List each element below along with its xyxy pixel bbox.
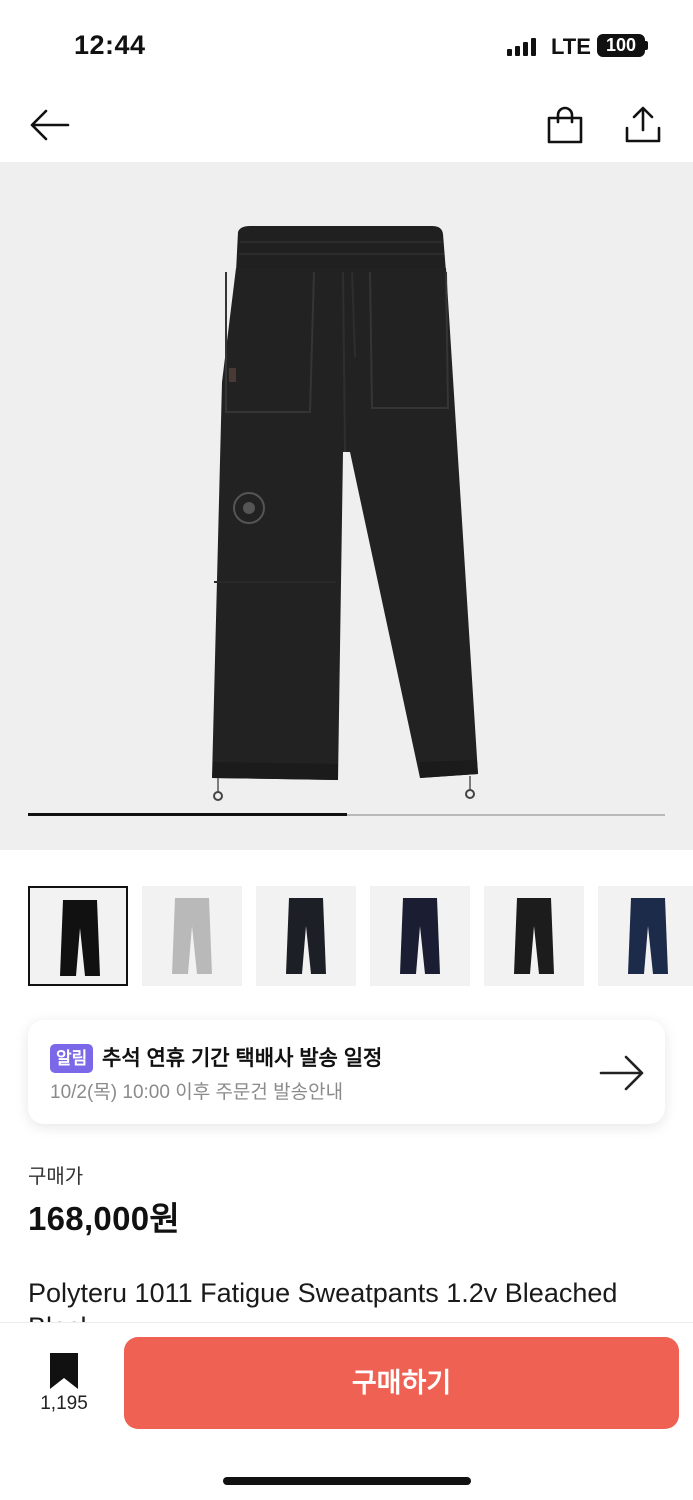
bottom-action-bar: 1,195 구매하기 bbox=[0, 1322, 693, 1500]
bookmark-button[interactable]: 1,195 bbox=[30, 1349, 98, 1419]
battery-icon: 100 bbox=[597, 34, 645, 57]
cart-button[interactable] bbox=[540, 100, 590, 150]
notice-badge: 알림 bbox=[50, 1044, 94, 1073]
thumbnail-image bbox=[172, 898, 212, 974]
notice-title: 추석 연휴 기간 택배사 발송 일정 bbox=[102, 1047, 383, 1070]
buy-button[interactable]: 구매하기 bbox=[124, 1337, 679, 1429]
thumbnail-strip bbox=[28, 886, 693, 986]
thumbnail-3[interactable] bbox=[256, 886, 356, 986]
home-indicator bbox=[223, 1477, 471, 1485]
thumbnail-image bbox=[60, 900, 100, 976]
shopping-bag-icon bbox=[547, 106, 583, 144]
status-time: 12:44 bbox=[74, 30, 146, 60]
price-value: 168,000원 bbox=[28, 1200, 181, 1237]
thumbnail-image bbox=[286, 898, 326, 974]
thumbnail-4[interactable] bbox=[370, 886, 470, 986]
thumbnail-image bbox=[628, 898, 668, 974]
arrow-left-icon bbox=[30, 109, 70, 141]
thumbnail-1[interactable] bbox=[28, 886, 128, 986]
bookmark-icon bbox=[50, 1353, 78, 1389]
battery-tip bbox=[645, 41, 648, 50]
gallery-progress-fill bbox=[28, 813, 347, 816]
share-button[interactable] bbox=[618, 100, 668, 150]
notice-banner[interactable]: 알림 추석 연휴 기간 택배사 발송 일정 10/2(목) 10:00 이후 주… bbox=[28, 1020, 665, 1124]
product-image bbox=[212, 226, 478, 801]
thumbnail-image bbox=[514, 898, 554, 974]
bookmark-count: 1,195 bbox=[40, 1393, 88, 1414]
top-nav bbox=[0, 90, 693, 160]
notice-subtitle: 10/2(목) 10:00 이후 주문건 발송안내 bbox=[50, 1082, 344, 1103]
status-bar: 12:44 LTE 100 bbox=[0, 0, 693, 90]
back-button[interactable] bbox=[24, 100, 74, 150]
signal-icon bbox=[507, 38, 539, 56]
thumbnail-5[interactable] bbox=[484, 886, 584, 986]
thumbnail-2[interactable] bbox=[142, 886, 242, 986]
network-type: LTE bbox=[551, 34, 591, 59]
product-image-gallery[interactable] bbox=[0, 162, 693, 850]
arrow-right-icon bbox=[599, 1055, 644, 1091]
share-icon bbox=[625, 106, 661, 143]
thumbnail-image bbox=[400, 898, 440, 974]
gallery-progress-bar bbox=[28, 813, 665, 816]
thumbnail-6[interactable] bbox=[598, 886, 693, 986]
price-label: 구매가 bbox=[28, 1166, 84, 1188]
